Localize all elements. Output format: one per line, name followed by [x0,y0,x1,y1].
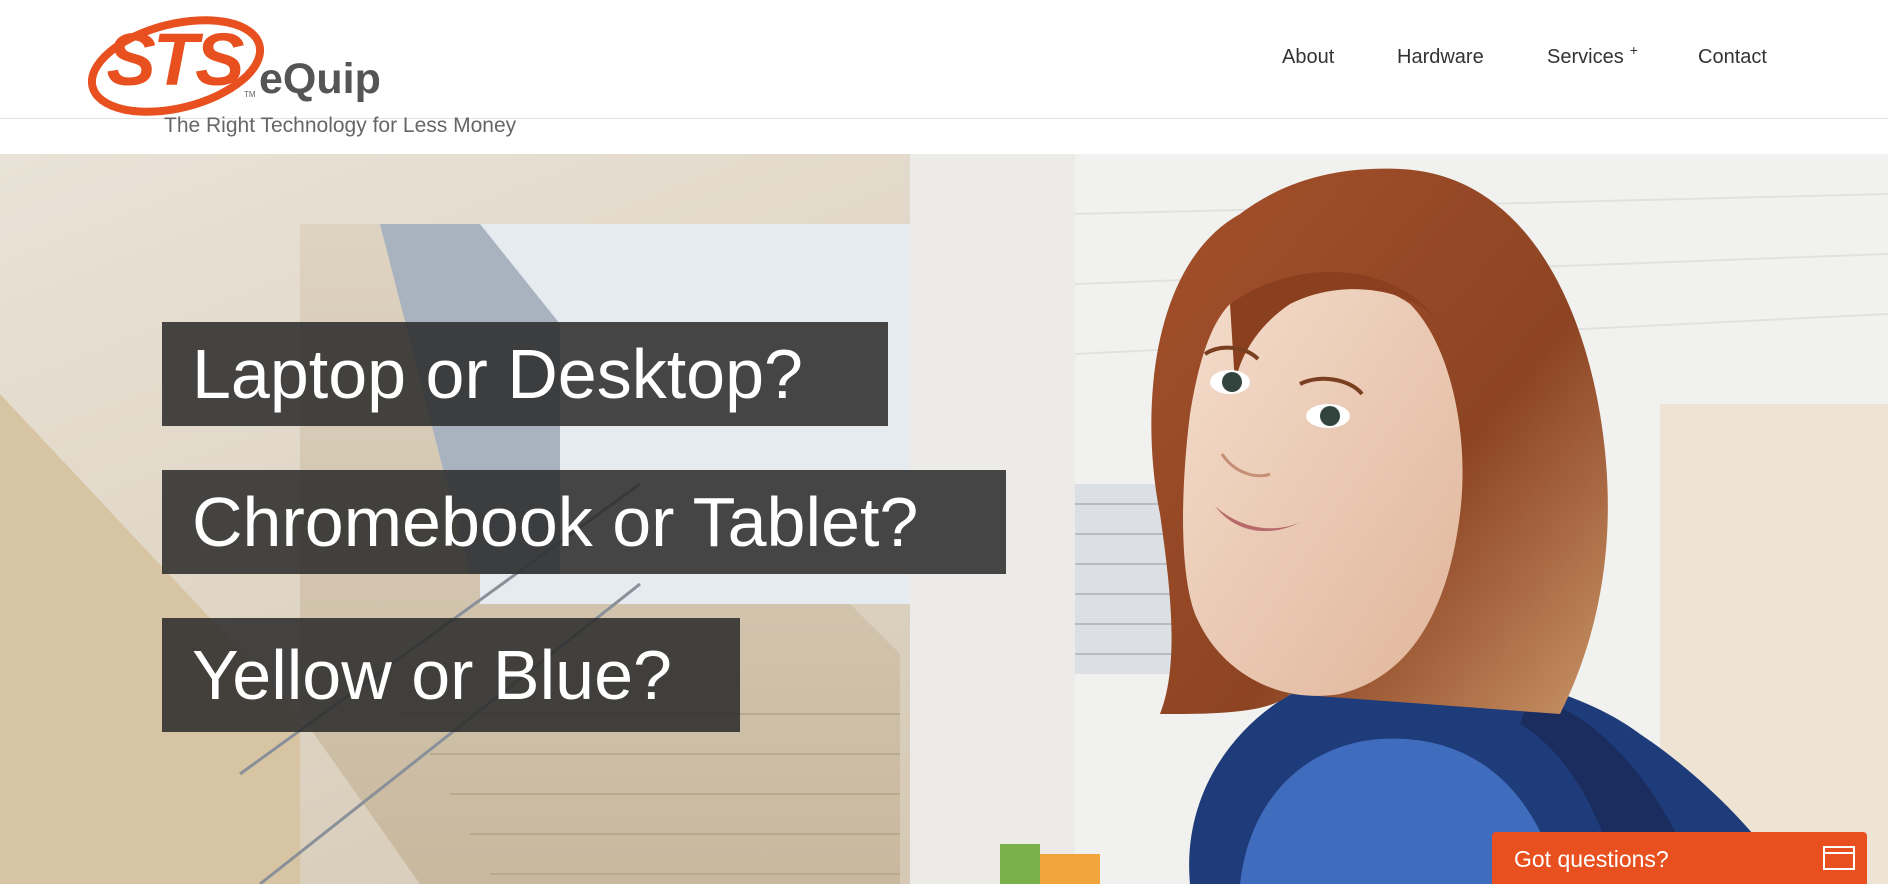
trademark-mark: TM [244,90,256,99]
chat-window-icon [1823,846,1855,870]
submenu-plus-icon: + [1629,42,1638,58]
nav-about[interactable]: About [1282,46,1334,69]
hero-headline-3: Yellow or Blue? [162,618,740,732]
nav-services[interactable]: Services + [1547,42,1638,69]
logo-tagline: The Right Technology for Less Money [164,114,517,137]
chat-widget-button[interactable]: Got questions? [1492,832,1867,884]
nav-contact[interactable]: Contact [1698,46,1767,69]
logo-brand-text: STS [106,18,245,101]
hero-banner: Laptop or Desktop? Chromebook or Tablet?… [0,154,1888,884]
chat-widget-label: Got questions? [1514,846,1669,872]
hero-headline-1: Laptop or Desktop? [162,322,888,426]
site-logo[interactable]: STS TM eQuip The Right Technology for Le… [84,10,524,140]
nav-hardware[interactable]: Hardware [1397,46,1484,69]
logo-sub-text: eQuip [259,55,381,103]
nav-services-label: Services [1547,46,1624,68]
hero-headline-2: Chromebook or Tablet? [162,470,1006,574]
